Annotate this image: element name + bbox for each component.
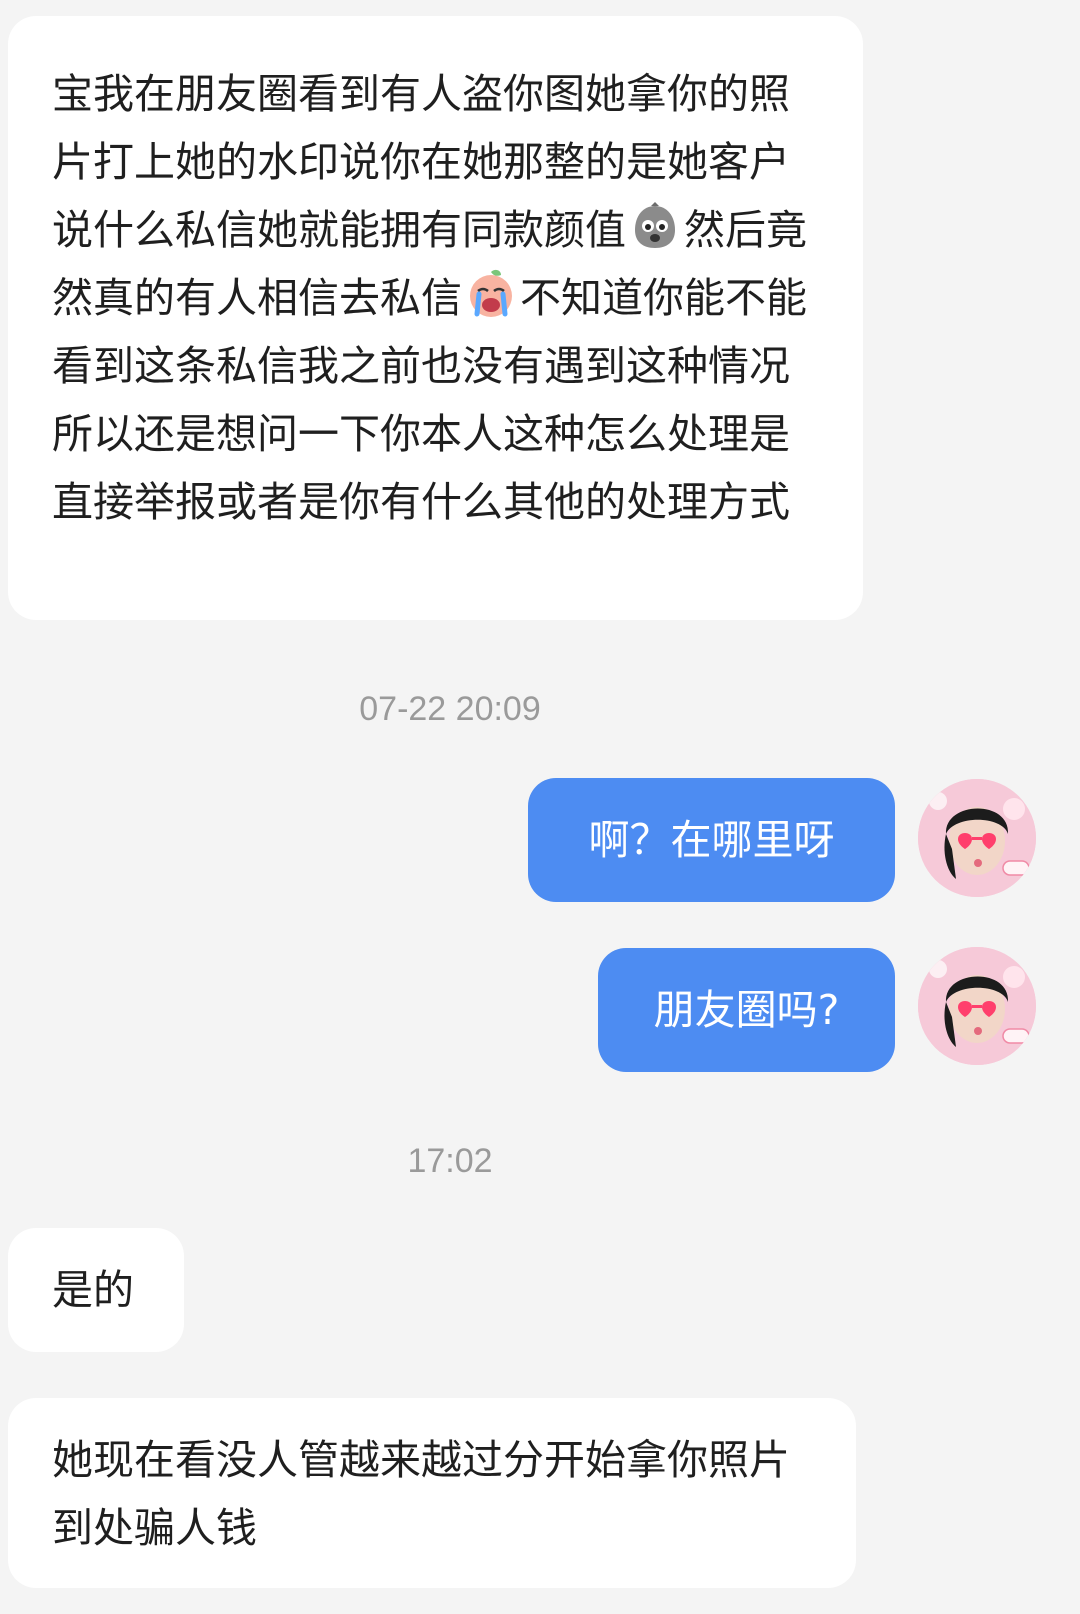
- incoming-message-bubble[interactable]: 是的: [8, 1228, 184, 1352]
- user-avatar-image: [918, 947, 1036, 1065]
- message-text: 啊？在哪里呀: [588, 816, 835, 864]
- message-text: 是的: [52, 1266, 134, 1314]
- user-avatar-image: [918, 779, 1036, 897]
- incoming-message-bubble[interactable]: 她现在看没人管越来越过分开始拿你照片到处骗人钱: [8, 1398, 856, 1588]
- outgoing-message-bubble[interactable]: 朋友圈吗?: [598, 948, 895, 1072]
- crying-face-emoji-icon: [465, 268, 517, 320]
- incoming-message-bubble[interactable]: 宝我在朋友圈看到有人盗你图她拿你的照片打上她的水印说你在她那整的是她客户说什么私…: [8, 16, 863, 620]
- avatar[interactable]: [918, 947, 1036, 1065]
- timestamp: 17:02: [407, 1142, 493, 1180]
- avatar[interactable]: [918, 779, 1036, 897]
- outgoing-message-bubble[interactable]: 啊？在哪里呀: [528, 778, 895, 902]
- timestamp: 07-22 20:09: [359, 690, 541, 728]
- message-text: 朋友圈吗?: [653, 986, 840, 1034]
- message-text: 她现在看没人管越来越过分开始拿你照片到处骗人钱: [52, 1436, 790, 1552]
- scared-face-emoji-icon: [629, 200, 681, 252]
